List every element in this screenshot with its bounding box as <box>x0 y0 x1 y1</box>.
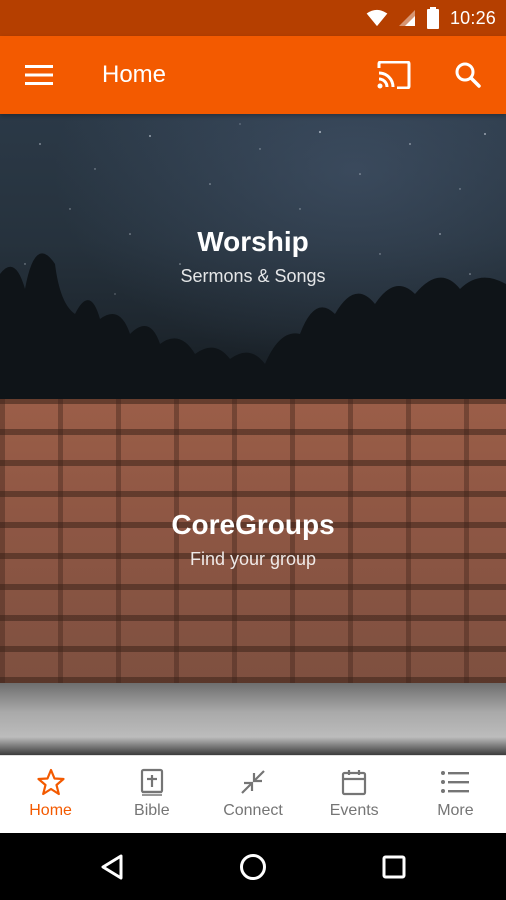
third-card[interactable] <box>0 683 506 755</box>
worship-subtitle: Sermons & Songs <box>180 266 326 286</box>
list-icon <box>441 771 470 793</box>
cast-icon <box>377 61 411 89</box>
back-button[interactable] <box>96 851 128 883</box>
calendar-icon <box>342 770 367 796</box>
nav-more[interactable]: More <box>405 756 506 833</box>
nav-more-label: More <box>437 802 474 819</box>
home-button[interactable] <box>237 851 269 883</box>
nav-bible-label: Bible <box>134 802 170 819</box>
recents-button[interactable] <box>378 851 410 883</box>
nav-home-label: Home <box>29 802 72 819</box>
battery-icon <box>426 7 439 29</box>
worship-card[interactable]: Worship Sermons & Songs <box>0 114 506 399</box>
recents-square-icon <box>382 855 406 879</box>
wifi-icon <box>366 9 388 27</box>
nav-events[interactable]: Events <box>304 756 405 833</box>
back-triangle-icon <box>101 854 123 880</box>
cast-button[interactable] <box>372 58 416 92</box>
system-navigation-bar <box>0 833 506 900</box>
nav-connect-label: Connect <box>223 802 283 819</box>
nav-home[interactable]: Home <box>0 756 101 833</box>
page-title: Home <box>102 61 167 88</box>
nav-connect[interactable]: Connect <box>202 756 303 833</box>
nav-events-label: Events <box>329 802 379 819</box>
menu-button[interactable] <box>22 60 56 90</box>
home-circle-icon <box>240 854 266 880</box>
app-bar: Home <box>0 36 506 114</box>
search-icon <box>455 62 481 88</box>
star-icon <box>36 768 65 796</box>
hamburger-menu-icon <box>25 65 53 85</box>
coregroups-subtitle: Find your group <box>189 549 317 569</box>
nav-bible[interactable]: Bible <box>101 756 202 833</box>
status-bar: 10:26 <box>0 0 506 36</box>
status-time: 10:26 <box>449 7 496 28</box>
coregroups-title: CoreGroups <box>171 509 335 540</box>
bible-icon <box>140 768 163 796</box>
bottom-navigation: Home Bible Connect Events More <box>0 755 506 833</box>
search-button[interactable] <box>448 56 488 94</box>
collapse-arrows-icon <box>241 770 265 794</box>
cell-signal-icon <box>398 10 415 26</box>
coregroups-card[interactable]: CoreGroups Find your group <box>0 399 506 683</box>
worship-title: Worship <box>197 226 309 257</box>
